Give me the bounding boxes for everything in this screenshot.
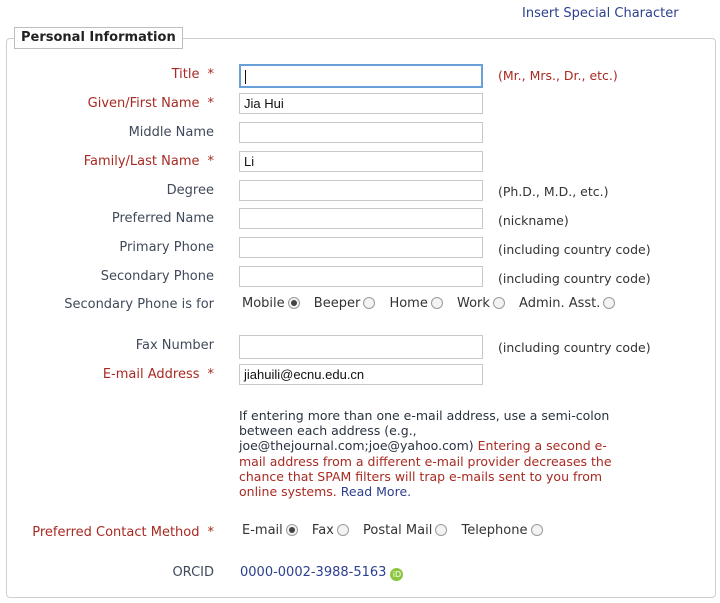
radio-button-selected[interactable] xyxy=(285,524,298,536)
title-hint: (Mr., Mrs., Dr., etc.) xyxy=(498,68,618,83)
degree-input[interactable] xyxy=(239,180,483,201)
fax-label: Fax Number xyxy=(135,338,214,353)
radio-button[interactable] xyxy=(363,297,376,309)
secondary-phone-for-label: Secondary Phone is for xyxy=(64,297,214,312)
orcid-id-link[interactable]: 0000-0002-3988-5163 iD xyxy=(240,565,404,581)
preferred-contact-radio-group: E-mail Fax Postal Mail Telephone xyxy=(242,523,553,538)
secondary-phone-hint: (including country code) xyxy=(498,271,651,286)
email-note: If entering more than one e-mail address… xyxy=(236,406,624,502)
degree-label: Degree xyxy=(166,183,214,198)
title-label: Title * xyxy=(171,67,214,82)
radio-admin-asst[interactable]: Admin. Asst. xyxy=(519,296,616,311)
orcid-icon: iD xyxy=(390,568,404,581)
radio-button[interactable] xyxy=(430,297,443,309)
section-title: Personal Information xyxy=(14,27,183,49)
secondary-phone-label: Secondary Phone xyxy=(100,269,214,284)
radio-button[interactable] xyxy=(530,524,543,536)
secondary-phone-input[interactable] xyxy=(239,266,483,287)
family-name-input[interactable]: Li xyxy=(239,151,483,172)
preferred-name-label: Preferred Name xyxy=(111,211,214,226)
read-more-link[interactable]: Read More. xyxy=(341,484,411,499)
radio-button-selected[interactable] xyxy=(287,297,300,309)
title-input[interactable] xyxy=(239,64,483,88)
preferred-contact-label: Preferred Contact Method * xyxy=(32,525,214,540)
radio-contact-fax[interactable]: Fax xyxy=(312,523,349,538)
email-label: E-mail Address * xyxy=(102,367,214,382)
radio-home[interactable]: Home xyxy=(389,296,443,311)
insert-special-character-link[interactable]: Insert Special Character xyxy=(522,6,679,21)
email-input[interactable]: jiahuili@ecnu.edu.cn xyxy=(239,364,483,385)
middle-name-label: Middle Name xyxy=(128,125,214,140)
radio-button[interactable] xyxy=(435,524,448,536)
radio-contact-email[interactable]: E-mail xyxy=(242,523,298,538)
fax-input[interactable] xyxy=(239,335,483,359)
radio-work[interactable]: Work xyxy=(457,296,505,311)
radio-contact-postal-mail[interactable]: Postal Mail xyxy=(363,523,448,538)
radio-button[interactable] xyxy=(336,524,349,536)
family-name-label: Family/Last Name * xyxy=(83,154,214,169)
radio-beeper[interactable]: Beeper xyxy=(314,296,376,311)
radio-button[interactable] xyxy=(603,297,616,309)
middle-name-input[interactable] xyxy=(239,122,483,143)
text-caret xyxy=(245,69,246,84)
preferred-name-hint: (nickname) xyxy=(498,213,569,228)
radio-mobile[interactable]: Mobile xyxy=(242,296,300,311)
fax-hint: (including country code) xyxy=(498,340,651,355)
radio-contact-telephone[interactable]: Telephone xyxy=(461,523,543,538)
primary-phone-label: Primary Phone xyxy=(119,240,214,255)
preferred-name-input[interactable] xyxy=(239,208,483,229)
given-name-label: Given/First Name * xyxy=(87,96,214,111)
secondary-phone-for-radio-group: Mobile Beeper Home Work Admin. Asst. xyxy=(242,296,625,311)
primary-phone-hint: (including country code) xyxy=(498,242,651,257)
given-name-input[interactable]: Jia Hui xyxy=(239,93,483,114)
degree-hint: (Ph.D., M.D., etc.) xyxy=(498,184,609,199)
primary-phone-input[interactable] xyxy=(239,237,483,258)
orcid-label: ORCID xyxy=(172,565,214,580)
radio-button[interactable] xyxy=(492,297,505,309)
watermark-logo xyxy=(490,564,690,582)
